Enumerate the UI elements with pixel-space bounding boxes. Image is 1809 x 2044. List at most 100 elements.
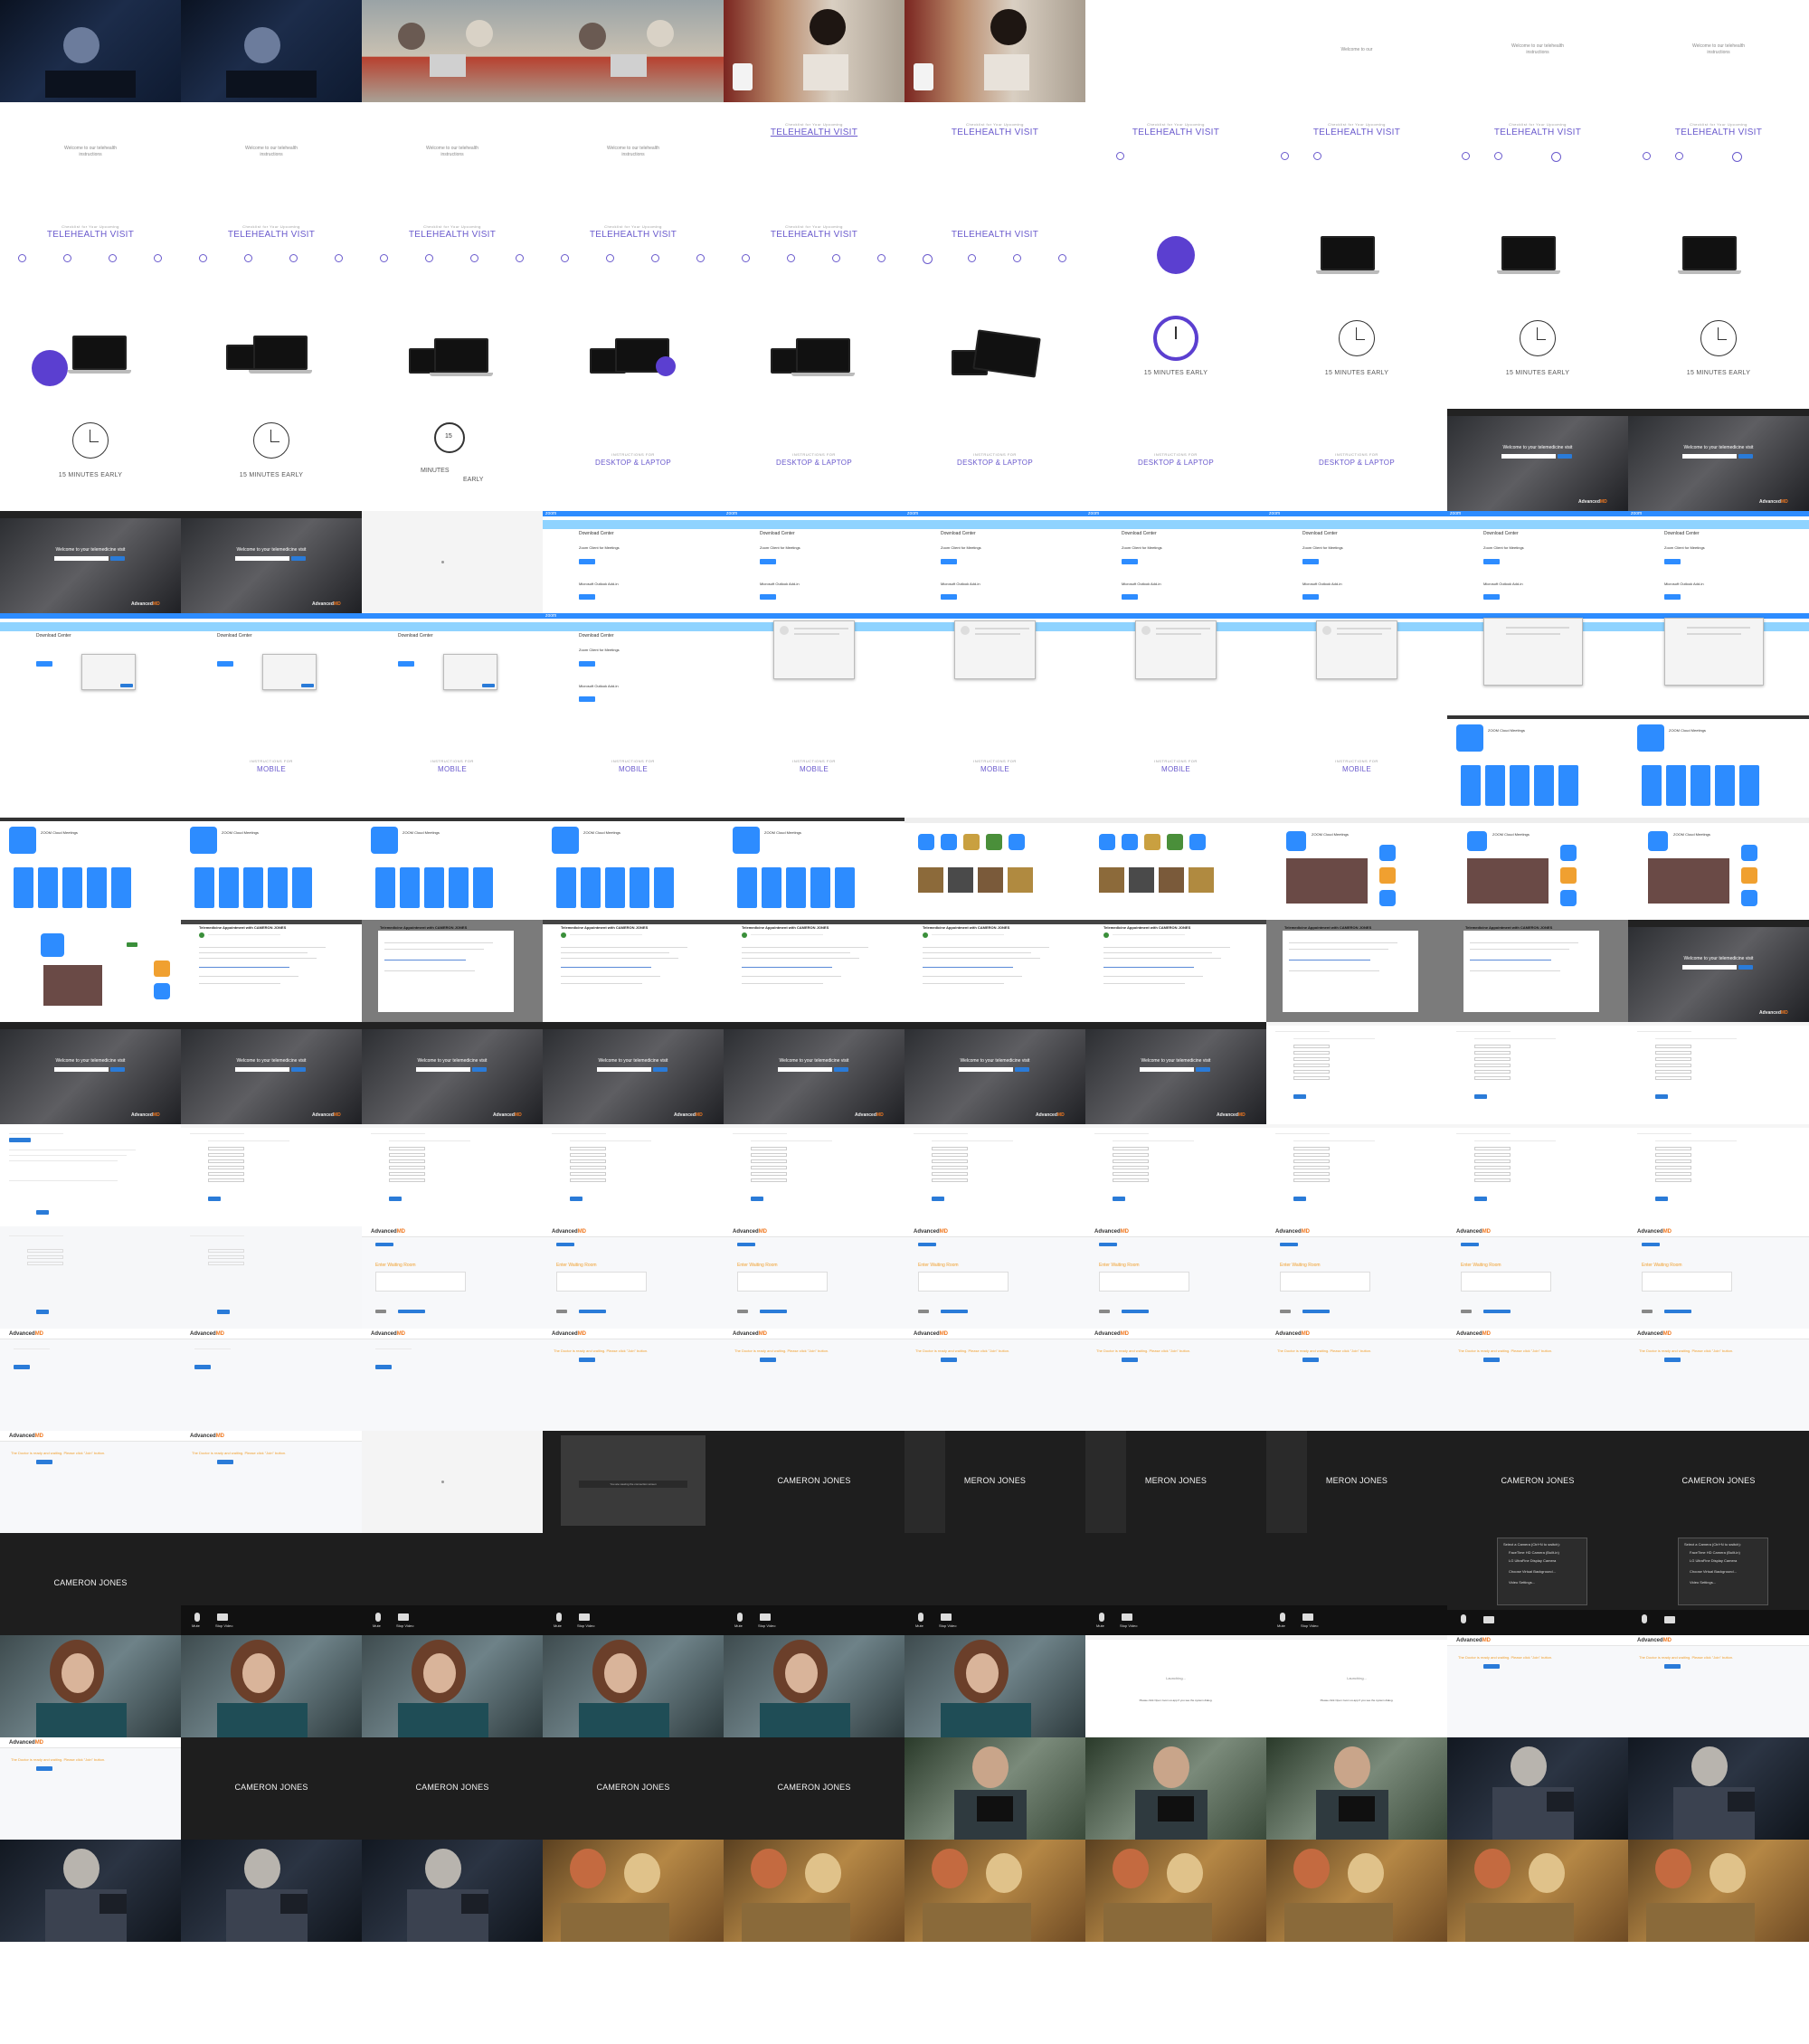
submit-button[interactable] (570, 1197, 582, 1201)
form-field[interactable] (1655, 1057, 1691, 1061)
form-field[interactable] (1474, 1045, 1511, 1048)
form-field[interactable] (1293, 1064, 1330, 1067)
mic-icon[interactable] (1642, 1614, 1647, 1623)
video-preview[interactable] (43, 965, 102, 1006)
form-field[interactable] (1474, 1172, 1511, 1176)
join-button[interactable] (36, 1460, 52, 1464)
message-textarea[interactable] (737, 1272, 828, 1292)
message-textarea[interactable] (1461, 1272, 1551, 1292)
tab-button[interactable] (1461, 1243, 1479, 1246)
form-field[interactable] (389, 1178, 425, 1182)
search-input[interactable] (235, 556, 289, 561)
form-field[interactable] (1293, 1057, 1330, 1061)
submit-button[interactable] (1474, 1094, 1487, 1099)
mic-icon[interactable] (194, 1613, 200, 1622)
download-button[interactable] (579, 696, 595, 702)
tab-button[interactable] (918, 1243, 936, 1246)
submit-button[interactable] (1474, 1197, 1487, 1201)
dialog-ok-button[interactable] (482, 684, 495, 687)
mic-icon[interactable] (737, 1613, 743, 1622)
join-button[interactable] (760, 1358, 776, 1362)
search-input[interactable] (235, 1067, 289, 1072)
form-field[interactable] (570, 1153, 606, 1157)
mic-icon[interactable] (918, 1613, 923, 1622)
tab-button[interactable] (737, 1243, 755, 1246)
form-field[interactable] (1655, 1051, 1691, 1055)
form-field[interactable] (389, 1147, 425, 1150)
enter-waiting-room-button[interactable] (941, 1310, 968, 1313)
form-field[interactable] (1655, 1045, 1691, 1048)
download-button[interactable] (217, 661, 233, 667)
menu-item-virtual-background[interactable]: Choose Virtual Background... (1509, 1569, 1556, 1574)
submit-button[interactable] (208, 1197, 221, 1201)
search-input[interactable] (1140, 1067, 1194, 1072)
form-field[interactable] (1113, 1178, 1149, 1182)
tab-button[interactable] (1280, 1243, 1298, 1246)
join-button[interactable] (1483, 1358, 1500, 1362)
submit-button[interactable] (217, 1310, 230, 1314)
download-button[interactable] (579, 559, 595, 564)
form-field[interactable] (208, 1147, 244, 1150)
form-field[interactable] (1293, 1159, 1330, 1163)
video-camera-icon[interactable] (1302, 1613, 1313, 1621)
form-field[interactable] (389, 1172, 425, 1176)
meeting-link[interactable] (561, 967, 651, 968)
join-button[interactable] (1664, 1664, 1681, 1669)
submit-button[interactable] (1293, 1094, 1306, 1099)
download-button[interactable] (1122, 559, 1138, 564)
install-button[interactable] (127, 942, 137, 947)
form-field[interactable] (570, 1159, 606, 1163)
meeting-link[interactable] (923, 967, 1013, 968)
form-field[interactable] (1113, 1172, 1149, 1176)
search-input[interactable] (1682, 454, 1737, 459)
mic-icon[interactable] (375, 1613, 381, 1622)
enter-waiting-room-button[interactable] (1302, 1310, 1330, 1313)
go-button[interactable] (291, 1067, 306, 1072)
form-field[interactable] (751, 1159, 787, 1163)
tab-button[interactable] (1642, 1243, 1660, 1246)
form-field[interactable] (389, 1153, 425, 1157)
form-field[interactable] (1113, 1153, 1149, 1157)
tab-button[interactable] (9, 1138, 31, 1142)
form-field[interactable] (932, 1172, 968, 1176)
go-button[interactable] (1196, 1067, 1210, 1072)
meeting-link[interactable] (1103, 967, 1194, 968)
video-preview[interactable] (1286, 858, 1368, 904)
download-button[interactable] (1302, 594, 1319, 600)
mic-icon[interactable] (1099, 1613, 1104, 1622)
mic-icon[interactable] (1280, 1613, 1285, 1622)
message-textarea[interactable] (1642, 1272, 1732, 1292)
form-field[interactable] (751, 1166, 787, 1169)
download-button[interactable] (1122, 594, 1138, 600)
download-button[interactable] (941, 594, 957, 600)
cancel-button[interactable] (737, 1310, 748, 1313)
go-button[interactable] (110, 1067, 125, 1072)
form-field[interactable] (1655, 1076, 1691, 1080)
dialog-ok-button[interactable] (120, 684, 133, 687)
form-field[interactable] (1655, 1147, 1691, 1150)
form-field[interactable] (1655, 1159, 1691, 1163)
download-button[interactable] (1302, 559, 1319, 564)
join-button[interactable] (194, 1365, 211, 1369)
video-camera-icon[interactable] (941, 1613, 952, 1621)
form-field[interactable] (751, 1153, 787, 1157)
search-input[interactable] (1501, 454, 1556, 459)
form-field[interactable] (751, 1178, 787, 1182)
video-camera-icon[interactable] (579, 1613, 590, 1621)
search-input[interactable] (54, 1067, 109, 1072)
message-textarea[interactable] (918, 1272, 1009, 1292)
form-field[interactable] (208, 1172, 244, 1176)
join-button[interactable] (375, 1365, 392, 1369)
cancel-button[interactable] (1099, 1310, 1110, 1313)
form-field[interactable] (208, 1249, 244, 1253)
cancel-button[interactable] (556, 1310, 567, 1313)
video-preview[interactable] (1648, 858, 1729, 904)
join-button[interactable] (217, 1460, 233, 1464)
go-button[interactable] (1738, 454, 1753, 459)
mic-icon[interactable] (1461, 1614, 1466, 1623)
form-field[interactable] (389, 1166, 425, 1169)
submit-button[interactable] (932, 1197, 944, 1201)
join-button[interactable] (14, 1365, 30, 1369)
go-button[interactable] (1558, 454, 1572, 459)
message-textarea[interactable] (556, 1272, 647, 1292)
